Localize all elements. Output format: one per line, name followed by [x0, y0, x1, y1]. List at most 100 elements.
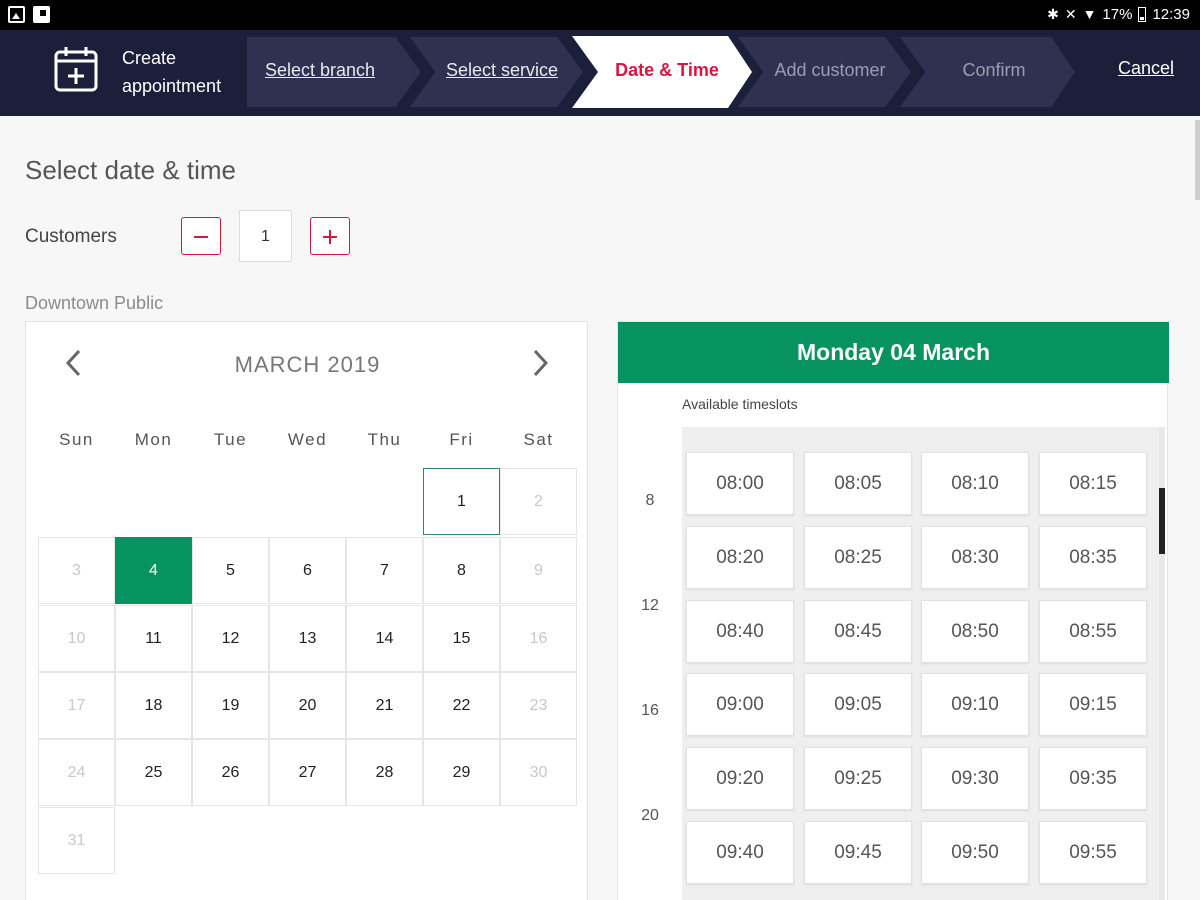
hour-label: 20: [641, 807, 659, 824]
timeslot-button[interactable]: 09:05: [804, 673, 912, 736]
timeslot-button[interactable]: 08:10: [921, 452, 1029, 515]
weekday-label: Fri: [449, 430, 474, 449]
status-bar-right: ✱ ✕ ▼ 17% 12:39: [1047, 6, 1190, 23]
calendar-day-selected[interactable]: 4: [115, 537, 192, 604]
timeslot-button[interactable]: 09:50: [921, 821, 1029, 884]
timeslot-button[interactable]: 08:25: [804, 526, 912, 589]
calendar-day[interactable]: 20: [269, 672, 346, 739]
page-scrollbar[interactable]: [1195, 120, 1200, 200]
calendar-day[interactable]: 1: [423, 468, 500, 535]
branch-name: Downtown Public: [25, 293, 164, 313]
step-label: Select branch: [264, 60, 376, 80]
timeslot-button[interactable]: 09:20: [686, 747, 794, 810]
timeslots-caption: Available timeslots: [682, 396, 798, 412]
step-label: Select service: [445, 60, 559, 80]
calendar-day[interactable]: 28: [346, 739, 423, 806]
mute-icon: ✕: [1064, 6, 1077, 22]
timeslots-scrollbar-thumb[interactable]: [1159, 488, 1165, 554]
calendar-day[interactable]: 21: [346, 672, 423, 739]
increment-customers-button[interactable]: [310, 217, 350, 255]
step-label: Date & Time: [615, 60, 719, 80]
weekday-label: Mon: [134, 430, 173, 449]
calendar-day[interactable]: 12: [192, 605, 269, 672]
step-add-customer: Add customer: [736, 36, 916, 108]
calendar-day[interactable]: 18: [115, 672, 192, 739]
calendar-day[interactable]: 6: [269, 537, 346, 604]
page-title: Select date & time: [25, 155, 236, 185]
timeslot-button[interactable]: 09:15: [1039, 673, 1147, 736]
weekday-label: Thu: [367, 430, 402, 449]
timeslot-button[interactable]: 09:00: [686, 673, 794, 736]
calendar-day[interactable]: 7: [346, 537, 423, 604]
battery-icon: [1138, 7, 1147, 22]
calendar-day[interactable]: 22: [423, 672, 500, 739]
step-select-service[interactable]: Select service: [408, 36, 588, 108]
flipboard-icon: [33, 6, 50, 23]
timeslot-button[interactable]: 09:25: [804, 747, 912, 810]
header-title-line2: appointment: [122, 76, 222, 96]
timeslot-button[interactable]: 09:55: [1039, 821, 1147, 884]
timeslot-button[interactable]: 08:55: [1039, 600, 1147, 663]
timeslot-button[interactable]: 08:15: [1039, 452, 1147, 515]
timeslot-button[interactable]: 09:30: [921, 747, 1029, 810]
timeslot-button[interactable]: 08:45: [804, 600, 912, 663]
weekday-label: Sat: [523, 430, 554, 449]
step-date-time[interactable]: Date & Time: [572, 36, 752, 108]
calendar-day: 31: [38, 807, 115, 874]
battery-percent: 17%: [1102, 6, 1133, 23]
step-label: Confirm: [962, 60, 1026, 80]
calendar-day: 2: [500, 468, 577, 535]
hour-label: 16: [641, 702, 659, 719]
timeslot-button[interactable]: 08:00: [686, 452, 794, 515]
timeslot-button[interactable]: 08:30: [921, 526, 1029, 589]
app-header: Create appointment Select branch Select …: [0, 30, 1200, 116]
timeslot-button[interactable]: 08:50: [921, 600, 1029, 663]
calendar-day[interactable]: 26: [192, 739, 269, 806]
calendar-day[interactable]: 27: [269, 739, 346, 806]
clock: 12:39: [1152, 6, 1190, 23]
timeslot-button[interactable]: 09:45: [804, 821, 912, 884]
timeslot-button[interactable]: 09:35: [1039, 747, 1147, 810]
calendar-day[interactable]: 8: [423, 537, 500, 604]
step-confirm: Confirm: [898, 36, 1078, 108]
calendar-day[interactable]: 11: [115, 605, 192, 672]
step-label: Add customer: [774, 60, 886, 80]
hour-label: 8: [645, 492, 655, 509]
calendar-day: 24: [38, 739, 115, 806]
status-bar: ✱ ✕ ▼ 17% 12:39: [0, 0, 1200, 30]
decrement-customers-button[interactable]: [181, 217, 221, 255]
calendar-day[interactable]: 29: [423, 739, 500, 806]
cancel-link[interactable]: Cancel: [1118, 58, 1174, 79]
chevron-right-icon[interactable]: [524, 348, 554, 378]
selected-date-header: Monday 04 March: [618, 322, 1169, 383]
weekday-label: Tue: [213, 430, 248, 449]
customers-count-field[interactable]: 1: [239, 210, 292, 262]
timeslots-grid: 08:00 08:05 08:10 08:15 08:20 08:25 08:30 08:35…: [682, 427, 1162, 900]
calendar-add-icon: [54, 47, 98, 92]
calendar-day[interactable]: 14: [346, 605, 423, 672]
hour-label: 12: [641, 597, 659, 614]
calendar-day: 16: [500, 605, 577, 672]
timeslot-button[interactable]: 09:40: [686, 821, 794, 884]
header-title: Create appointment: [122, 44, 221, 100]
calendar-day[interactable]: 5: [192, 537, 269, 604]
step-select-branch[interactable]: Select branch: [246, 36, 426, 108]
timeslot-button[interactable]: 09:10: [921, 673, 1029, 736]
calendar-day[interactable]: 15: [423, 605, 500, 672]
timeslot-button[interactable]: 08:35: [1039, 526, 1147, 589]
calendar-day[interactable]: 13: [269, 605, 346, 672]
calendar: MARCH 2019 Sun Mon Tue Wed Thu Fri Sat 1234567…: [25, 321, 588, 900]
calendar-day: 30: [500, 739, 577, 806]
calendar-day[interactable]: 25: [115, 739, 192, 806]
calendar-day: 9: [500, 537, 577, 604]
timeslots-panel: Monday 04 March Available timeslots 8 12 1…: [617, 321, 1169, 900]
calendar-month-label: MARCH 2019: [234, 352, 381, 377]
wifi-icon: ▼: [1082, 6, 1097, 22]
timeslot-button[interactable]: 08:05: [804, 452, 912, 515]
timeslot-button[interactable]: 08:20: [686, 526, 794, 589]
calendar-day: 23: [500, 672, 577, 739]
calendar-day: 3: [38, 537, 115, 604]
timeslot-button[interactable]: 08:40: [686, 600, 794, 663]
calendar-day[interactable]: 19: [192, 672, 269, 739]
weekday-label: Sun: [59, 430, 94, 449]
